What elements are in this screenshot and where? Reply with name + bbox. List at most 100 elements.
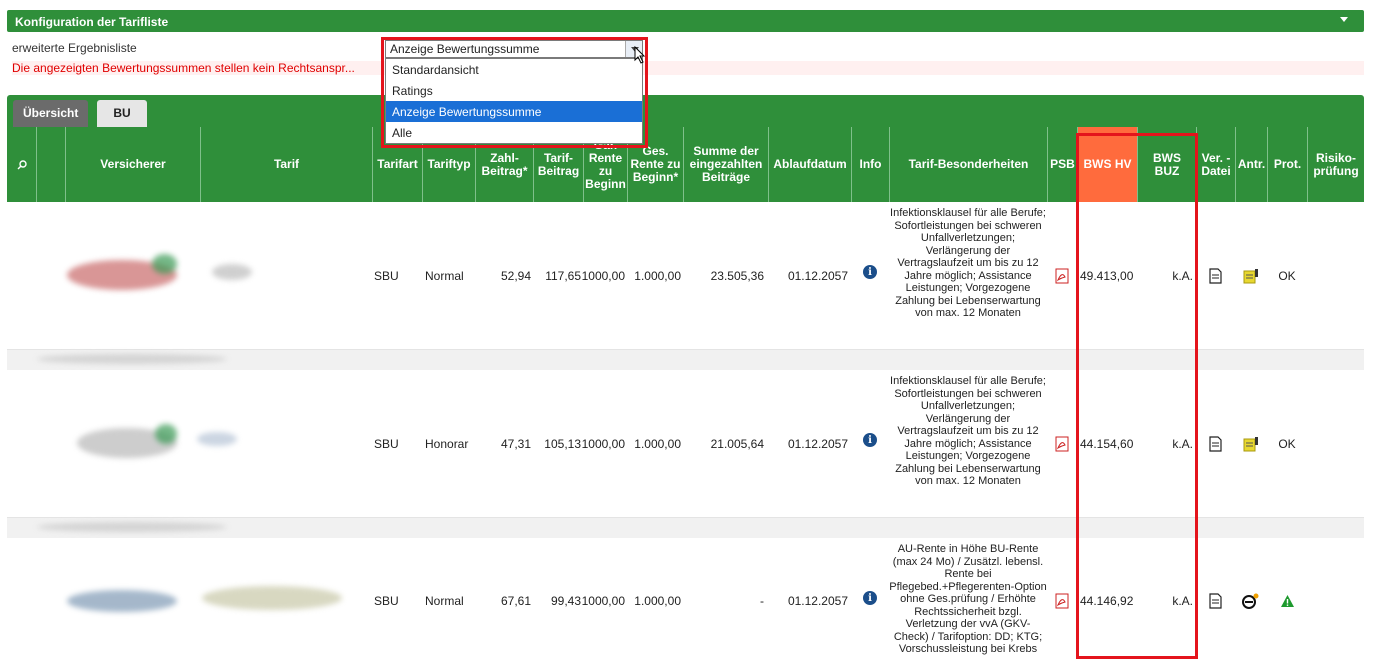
column-ver-datei: Ver. -Datei <box>1196 127 1235 202</box>
application-form-icon[interactable] <box>1243 436 1259 452</box>
column-info: Info <box>851 127 889 202</box>
option-bewertungssumme[interactable]: Anzeige Bewertungssumme <box>386 101 642 122</box>
cell-ver-datei[interactable] <box>1196 202 1235 350</box>
result-list-options[interactable]: Standardansicht Ratings Anzeige Bewertun… <box>385 58 643 144</box>
tab-bu[interactable]: BU <box>97 100 147 127</box>
cell-summe: - <box>760 594 764 608</box>
cell-risiko-status: OK <box>1278 437 1296 451</box>
table-row[interactable]: SBU Normal 67,61 99,43 1000,00 1.000,00 … <box>7 538 1364 664</box>
cell-gesrente: 1.000,00 <box>634 269 681 283</box>
result-list-label: erweiterte Ergebnisliste <box>12 41 137 55</box>
tab-bar: Übersicht BU <box>7 95 1364 127</box>
column-select <box>36 127 65 202</box>
cell-zahlbeitrag: 52,94 <box>500 269 531 283</box>
column-protokoll: Prot. <box>1267 127 1307 202</box>
info-icon[interactable]: i <box>863 265 877 279</box>
column-tarif[interactable]: Tarif <box>200 127 372 202</box>
cell-zahlbeitrag: 47,31 <box>500 437 531 451</box>
cell-tariftyp: Normal <box>425 269 464 283</box>
blurred-text <box>37 354 227 364</box>
cell-antrag[interactable] <box>1235 202 1267 350</box>
search-icon[interactable] <box>17 159 27 170</box>
cell-tarifart: SBU <box>374 437 399 451</box>
cell-info[interactable]: i <box>851 370 889 510</box>
cell-info[interactable]: i <box>851 538 889 658</box>
config-title: Konfiguration der Tarifliste <box>15 15 169 29</box>
cell-garrente: 1000,00 <box>581 594 625 608</box>
column-besonderheiten: Tarif-Besonderheiten <box>889 127 1047 202</box>
application-form-icon[interactable] <box>1243 268 1259 284</box>
row-separator <box>7 350 1364 370</box>
warning-icon[interactable] <box>1280 594 1295 608</box>
document-icon[interactable] <box>1209 436 1222 452</box>
column-bws-buz[interactable]: BWS BUZ <box>1137 127 1196 202</box>
tarif-logo <box>212 264 252 280</box>
disclaimer-warning: Die angezeigten Bewertungssummen stellen… <box>12 61 1364 75</box>
document-icon[interactable] <box>1209 268 1222 284</box>
table-header: Versicherer Tarif Tarifart Tariftyp Zahl… <box>7 127 1364 202</box>
pdf-icon[interactable] <box>1055 436 1069 452</box>
pdf-icon[interactable] <box>1055 593 1069 609</box>
cell-bws-buz: k.A. <box>1172 269 1193 283</box>
cell-besonderheiten: AU-Rente in Höhe BU-Rente (max 24 Mo) / … <box>889 543 1047 655</box>
cell-psb[interactable] <box>1047 538 1077 664</box>
cell-summe: 21.005,64 <box>710 437 764 451</box>
column-search[interactable] <box>7 127 36 202</box>
column-risikopruefung: Risiko-prüfung <box>1307 127 1364 202</box>
cell-tarifbeitrag: 117,65 <box>545 269 581 283</box>
cell-psb[interactable] <box>1047 370 1077 518</box>
table-row[interactable]: SBU Honorar 47,31 105,13 1000,00 1.000,0… <box>7 370 1364 518</box>
option-ratings[interactable]: Ratings <box>386 80 642 101</box>
eapplication-icon[interactable] <box>1242 593 1260 609</box>
cell-bws-buz: k.A. <box>1172 594 1193 608</box>
cell-tarifbeitrag: 105,13 <box>544 437 581 451</box>
column-versicherer[interactable]: Versicherer <box>65 127 200 202</box>
option-standardansicht[interactable]: Standardansicht <box>386 59 642 80</box>
chevron-down-icon[interactable] <box>1340 17 1348 22</box>
cell-psb[interactable] <box>1047 202 1077 350</box>
cell-ablaufdatum: 01.12.2057 <box>787 269 848 283</box>
blurred-text <box>37 522 227 532</box>
cell-gesrente: 1.000,00 <box>634 594 681 608</box>
tab-uebersicht[interactable]: Übersicht <box>13 100 89 127</box>
column-summe[interactable]: Summe der eingezahlten Beiträge <box>683 127 768 202</box>
cell-besonderheiten: Infektionsklausel für alle Berufe; Sofor… <box>890 375 1046 487</box>
cell-garrente: 1000,00 <box>581 269 625 283</box>
cell-ver-datei[interactable] <box>1196 370 1235 518</box>
row-separator <box>7 518 1364 538</box>
config-header[interactable]: Konfiguration der Tarifliste <box>7 10 1364 32</box>
cell-tariftyp: Normal <box>425 594 464 608</box>
column-ablaufdatum[interactable]: Ablaufdatum <box>768 127 851 202</box>
cell-tarifbeitrag: 99,43 <box>550 594 581 608</box>
cell-info[interactable]: i <box>851 202 889 342</box>
cell-bws-buz: k.A. <box>1172 437 1193 451</box>
cell-ablaufdatum: 01.12.2057 <box>787 594 848 608</box>
pdf-icon[interactable] <box>1055 268 1069 284</box>
column-psb: PSB <box>1047 127 1077 202</box>
cell-ablaufdatum: 01.12.2057 <box>787 437 848 451</box>
cell-ver-datei[interactable] <box>1196 538 1235 664</box>
cell-bws-hv: 49.413,00 <box>1080 269 1134 283</box>
cell-antrag[interactable] <box>1235 370 1267 518</box>
document-icon[interactable] <box>1209 593 1222 609</box>
info-icon[interactable]: i <box>863 591 877 605</box>
cell-risiko[interactable] <box>1267 538 1307 664</box>
column-antrag: Antr. <box>1235 127 1267 202</box>
info-icon[interactable]: i <box>863 433 877 447</box>
cell-bws-hv: 44.146,92 <box>1080 594 1134 608</box>
cell-besonderheiten: Infektionsklausel für alle Berufe; Sofor… <box>890 207 1046 319</box>
cell-antrag[interactable] <box>1235 538 1267 664</box>
table-row[interactable]: SBU Normal 52,94 117,65 1000,00 1.000,00… <box>7 202 1364 350</box>
tarif-logo <box>197 432 237 446</box>
option-alle[interactable]: Alle <box>386 122 642 143</box>
column-bws-hv[interactable]: BWS HV <box>1077 127 1137 202</box>
cell-tarifart: SBU <box>374 269 399 283</box>
cell-gesrente: 1.000,00 <box>634 437 681 451</box>
result-list-select[interactable]: Anzeige Bewertungssumme <box>385 40 643 58</box>
tarif-logo <box>202 586 342 610</box>
cell-zahlbeitrag: 67,61 <box>500 594 531 608</box>
cell-garrente: 1000,00 <box>581 437 625 451</box>
cell-bws-hv: 44.154,60 <box>1080 437 1134 451</box>
cell-tarifart: SBU <box>374 594 399 608</box>
insurer-logo-mark <box>155 424 177 444</box>
